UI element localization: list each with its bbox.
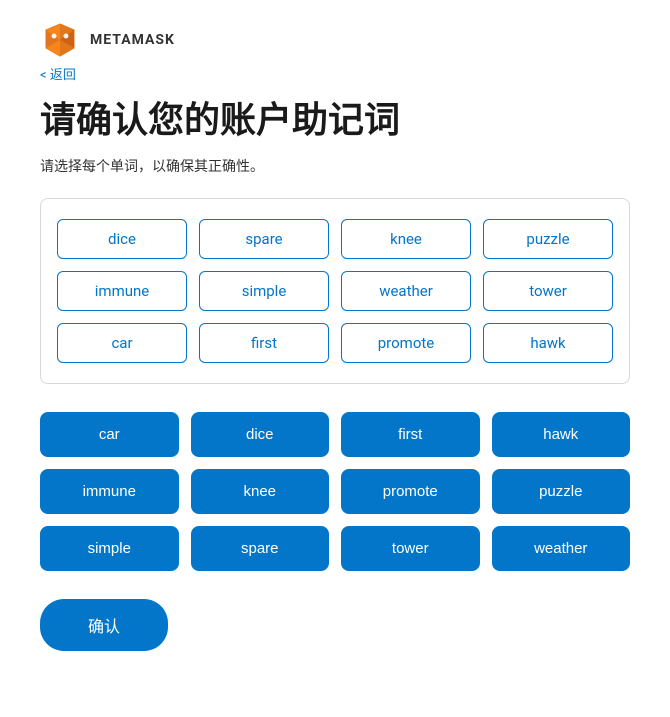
word-grid: dice spare knee puzzle immune simple weather to… [57, 219, 613, 363]
word-cell[interactable]: first [199, 323, 329, 363]
word-grid-container: dice spare knee puzzle immune simple weather to… [40, 198, 630, 384]
selected-word-button[interactable]: knee [191, 469, 330, 514]
selected-word-button[interactable]: tower [341, 526, 480, 571]
word-cell[interactable]: spare [199, 219, 329, 259]
word-cell[interactable]: car [57, 323, 187, 363]
page-title: 请确认您的账户助记词 [40, 99, 630, 142]
confirm-button[interactable]: 确认 [40, 599, 168, 651]
selected-words-grid: cardicefirst hawk immune kneepromote puzzle s… [40, 412, 630, 571]
metamask-logo [40, 20, 80, 60]
word-cell[interactable]: dice [57, 219, 187, 259]
selected-word-button[interactable]: first [341, 412, 480, 457]
word-cell[interactable]: immune [57, 271, 187, 311]
selected-word-button[interactable]: simple [40, 526, 179, 571]
selected-word-button[interactable]: hawk [492, 412, 631, 457]
selected-word-button[interactable]: immune [40, 469, 179, 514]
selected-word-button[interactable]: spare [191, 526, 330, 571]
word-cell[interactable]: weather [341, 271, 471, 311]
word-cell[interactable]: hawk [483, 323, 613, 363]
page-subtitle: 请选择每个单词，以确保其正确性。 [40, 156, 630, 176]
word-cell[interactable]: knee [341, 219, 471, 259]
selected-word-button[interactable]: car [40, 412, 179, 457]
app-header: METAMASK [40, 20, 630, 60]
selected-word-button[interactable]: dice [191, 412, 330, 457]
selected-word-button[interactable]: puzzle [492, 469, 631, 514]
selected-word-button[interactable]: weather [492, 526, 631, 571]
word-cell[interactable]: simple [199, 271, 329, 311]
word-cell[interactable]: tower [483, 271, 613, 311]
word-cell[interactable]: promote [341, 323, 471, 363]
brand-label: METAMASK [90, 32, 175, 48]
back-button[interactable]: < 返回 [40, 64, 76, 83]
selected-word-button[interactable]: promote [341, 469, 480, 514]
word-cell[interactable]: puzzle [483, 219, 613, 259]
